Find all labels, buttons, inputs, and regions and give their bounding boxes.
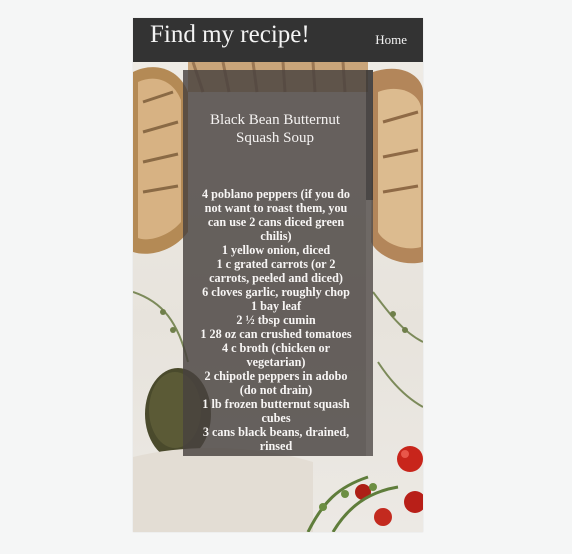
- ingredient-item: 3 cans black beans, drained, rinsed: [202, 425, 350, 453]
- recipe-title: Black Bean Butternut Squash Soup: [210, 112, 340, 146]
- ingredient-item: 2 chipotle peppers in adobo (do not drai…: [204, 369, 348, 397]
- ingredient-item: 1 bay leaf: [250, 299, 302, 313]
- app-viewport: Find my recipe! Home Black Bean Butternu…: [133, 18, 423, 532]
- ingredient-item: 1 28 oz can crushed tomatoes: [200, 327, 352, 341]
- ingredient-item: 6 cloves garlic, roughly chop: [202, 285, 350, 299]
- ingredient-list: 4 poblano peppers (if you do not want to…: [195, 187, 357, 453]
- ingredient-item: 1 lb frozen butternut squash cubes: [202, 397, 350, 425]
- nav-home-link[interactable]: Home: [375, 32, 407, 48]
- card-scrollbar-thumb[interactable]: [366, 70, 373, 200]
- ingredient-item: 2 ½ tbsp cumin: [236, 313, 316, 327]
- brand-title[interactable]: Find my recipe!: [150, 21, 310, 49]
- navbar: Find my recipe! Home: [133, 18, 423, 62]
- ingredient-item: 4 poblano peppers (if you do not want to…: [202, 187, 350, 243]
- card-scrollbar[interactable]: [366, 70, 373, 456]
- ingredient-item: 4 c broth (chicken or vegetarian): [221, 341, 331, 369]
- ingredient-item: 1 c grated carrots (or 2 carrots, peeled…: [209, 257, 343, 285]
- ingredient-item: 1 yellow onion, diced: [221, 243, 331, 257]
- recipe-card[interactable]: Black Bean Butternut Squash Soup 4 pobla…: [183, 70, 373, 456]
